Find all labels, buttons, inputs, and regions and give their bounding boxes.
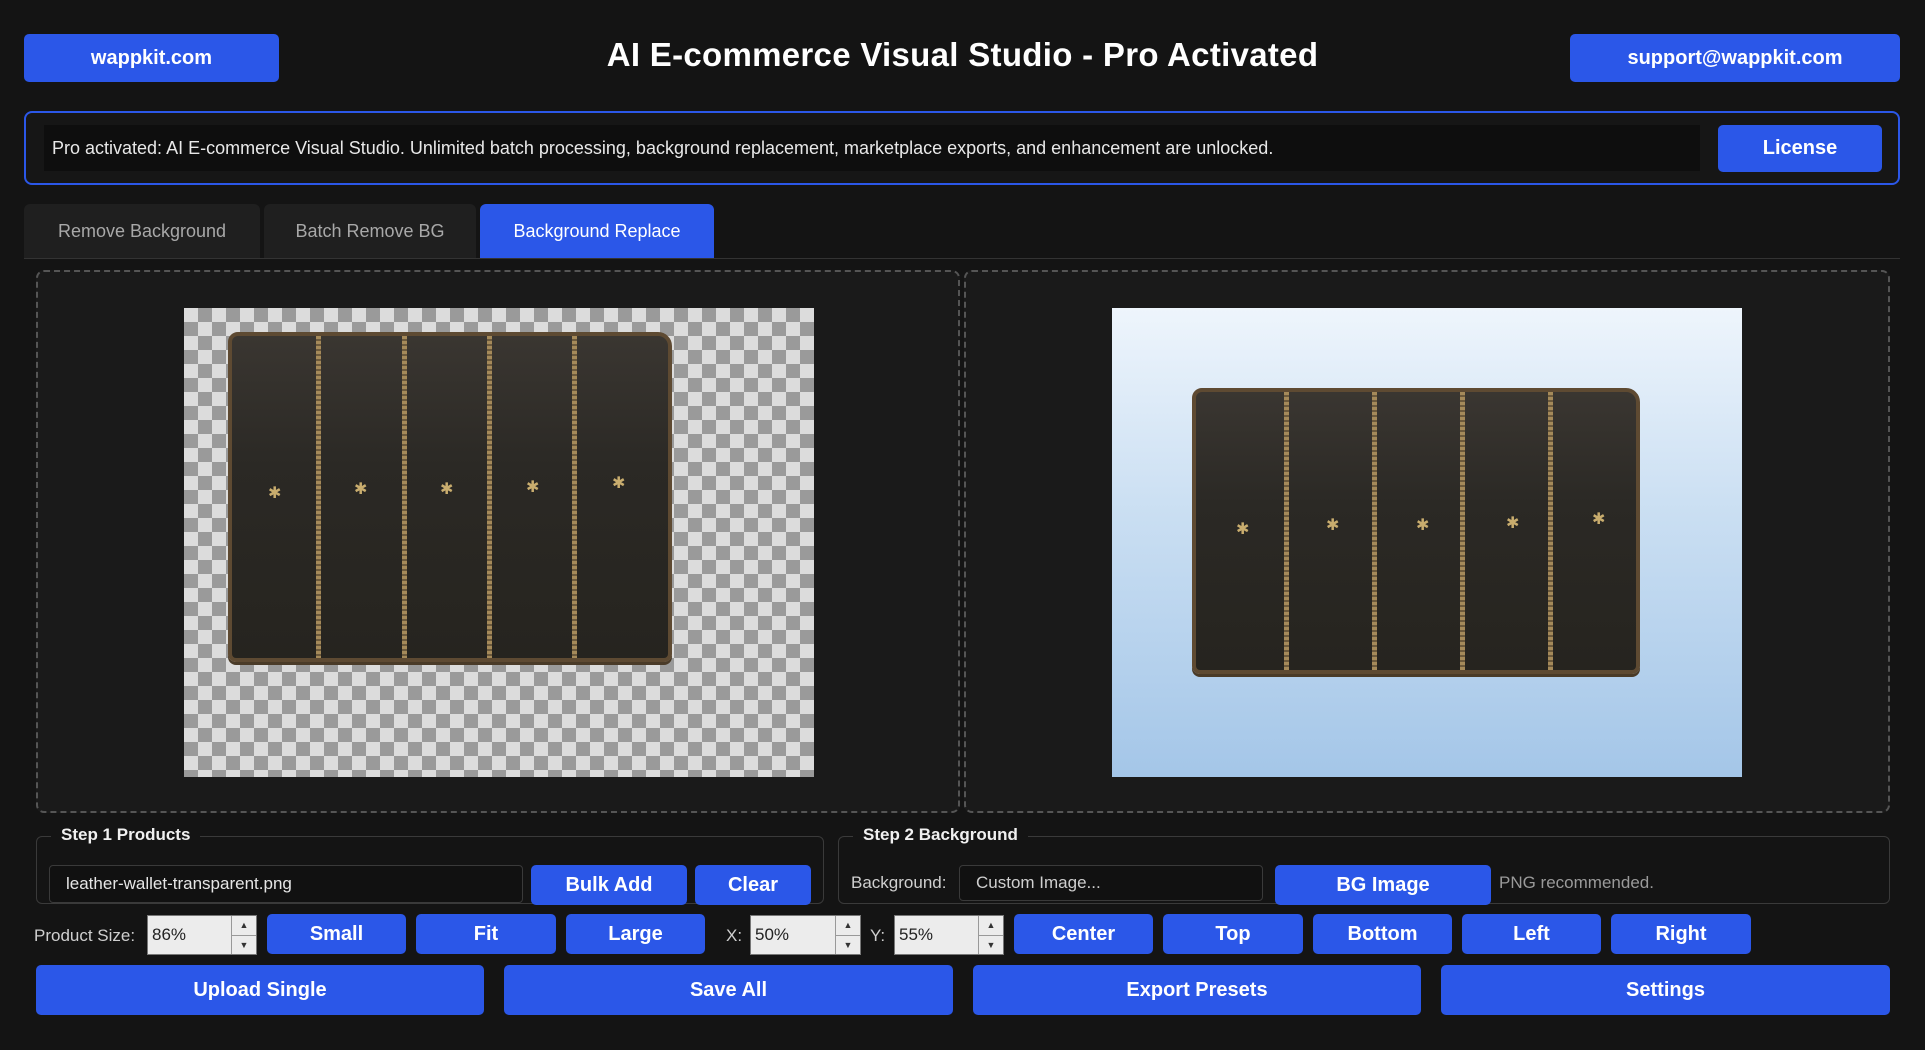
wallet-stud: ✱ <box>354 481 368 498</box>
product-size-label: Product Size: <box>34 926 136 945</box>
x-position-spinbox[interactable]: 50% ▲ ▼ <box>750 915 861 955</box>
png-recommended-note: PNG recommended. <box>1499 873 1654 892</box>
settings-button[interactable]: Settings <box>1441 965 1890 1015</box>
decrement-arrow-icon[interactable]: ▼ <box>232 936 256 955</box>
step1-products-group: Step 1 Products leather-wallet-transpare… <box>36 825 824 905</box>
small-button[interactable]: Small <box>267 914 406 954</box>
x-position-value: 50% <box>755 925 790 944</box>
product-size-spinbox[interactable]: 86% ▲ ▼ <box>147 915 257 955</box>
clear-button[interactable]: Clear <box>695 865 811 905</box>
wallet-stud: ✱ <box>1592 511 1606 528</box>
banner-message: Pro activated: AI E-commerce Visual Stud… <box>44 125 1700 171</box>
bottom-button[interactable]: Bottom <box>1313 914 1452 954</box>
product-size-value: 86% <box>152 925 187 944</box>
center-button[interactable]: Center <box>1014 914 1153 954</box>
wallet-stud: ✱ <box>268 485 282 502</box>
wallet-product: ✱ ✱ ✱ ✱ ✱ <box>1192 388 1640 674</box>
wallet-stitch <box>1460 392 1465 670</box>
bulk-add-button[interactable]: Bulk Add <box>531 865 687 905</box>
wallet-stitch <box>487 336 492 658</box>
y-position-value: 55% <box>899 925 934 944</box>
tab-background-replace[interactable]: Background Replace <box>480 204 714 258</box>
spinbox-arrows[interactable]: ▲ ▼ <box>835 916 860 954</box>
wallet-stud: ✱ <box>440 481 454 498</box>
top-button[interactable]: Top <box>1163 914 1303 954</box>
y-position-spinbox[interactable]: 55% ▲ ▼ <box>894 915 1004 955</box>
increment-arrow-icon[interactable]: ▲ <box>232 916 256 936</box>
wallet-stitch <box>1548 392 1553 670</box>
wallet-stitch <box>316 336 321 658</box>
wallet-stud: ✱ <box>1506 515 1520 532</box>
step1-title: Step 1 Products <box>51 825 201 845</box>
decrement-arrow-icon[interactable]: ▼ <box>979 936 1003 955</box>
wallet-stud: ✱ <box>1326 517 1340 534</box>
wallet-stud: ✱ <box>526 479 540 496</box>
decrement-arrow-icon[interactable]: ▼ <box>836 936 860 955</box>
wallet-product: ✱ ✱ ✱ ✱ ✱ <box>228 332 672 662</box>
composited-result-image: ✱ ✱ ✱ ✱ ✱ <box>1112 308 1742 777</box>
background-select[interactable]: Custom Image... <box>959 865 1263 901</box>
tab-batch-remove-bg[interactable]: Batch Remove BG <box>264 204 476 258</box>
step2-background-group: Step 2 Background Background: Custom Ima… <box>838 825 1890 905</box>
pro-activated-banner: Pro activated: AI E-commerce Visual Stud… <box>24 111 1900 185</box>
tab-remove-background[interactable]: Remove Background <box>24 204 260 258</box>
increment-arrow-icon[interactable]: ▲ <box>836 916 860 936</box>
y-position-label: Y: <box>870 926 886 945</box>
support-email-button[interactable]: support@wappkit.com <box>1570 34 1900 82</box>
license-button[interactable]: License <box>1718 125 1882 172</box>
background-label: Background: <box>851 873 947 892</box>
x-position-label: X: <box>726 926 743 945</box>
fit-button[interactable]: Fit <box>416 914 556 954</box>
large-button[interactable]: Large <box>566 914 705 954</box>
save-all-button[interactable]: Save All <box>504 965 953 1015</box>
increment-arrow-icon[interactable]: ▲ <box>979 916 1003 936</box>
right-button[interactable]: Right <box>1611 914 1751 954</box>
wallet-stud: ✱ <box>1236 521 1250 538</box>
step2-title: Step 2 Background <box>853 825 1028 845</box>
wallet-stitch <box>402 336 407 658</box>
wallet-stud: ✱ <box>612 475 626 492</box>
upload-single-button[interactable]: Upload Single <box>36 965 484 1015</box>
wallet-stitch <box>1284 392 1289 670</box>
spinbox-arrows[interactable]: ▲ ▼ <box>231 916 256 954</box>
wallet-stitch <box>572 336 577 658</box>
spinbox-arrows[interactable]: ▲ ▼ <box>978 916 1003 954</box>
bg-image-button[interactable]: BG Image <box>1275 865 1491 905</box>
export-presets-button[interactable]: Export Presets <box>973 965 1421 1015</box>
transparent-product-image: ✱ ✱ ✱ ✱ ✱ <box>184 308 814 777</box>
wallet-stud: ✱ <box>1416 517 1430 534</box>
wallet-stitch <box>1372 392 1377 670</box>
product-file-field[interactable]: leather-wallet-transparent.png <box>49 865 523 903</box>
left-button[interactable]: Left <box>1462 914 1601 954</box>
